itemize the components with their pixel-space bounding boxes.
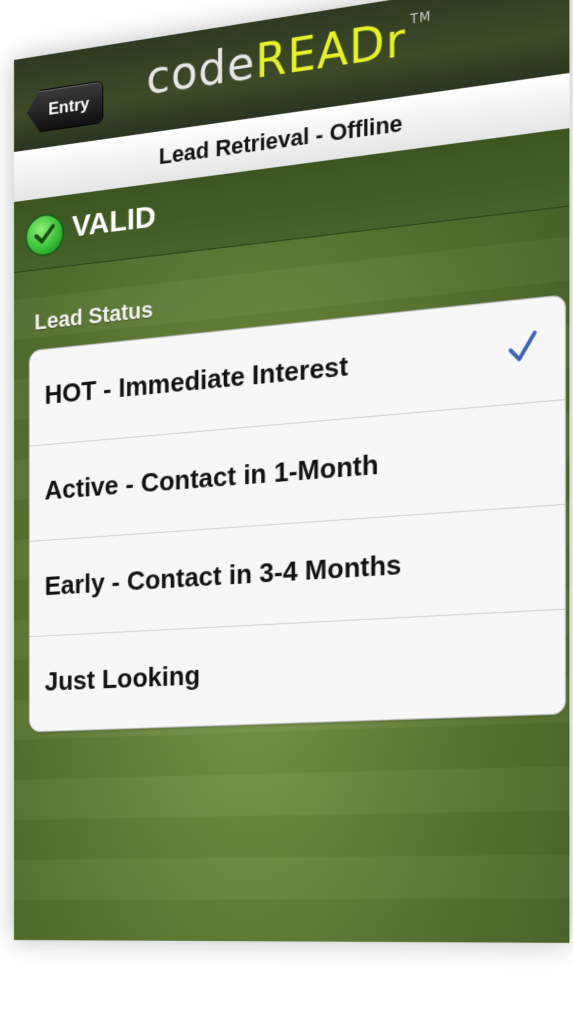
logo-trademark: TM [410,9,431,27]
screenshot-stage: Entry codeREADr TM Lead Retrieval - Offli… [0,0,573,1015]
app-screen: Entry codeREADr TM Lead Retrieval - Offli… [14,0,569,943]
check-circle-icon [25,211,64,258]
logo-reader-text: READr [255,13,406,90]
option-label: Just Looking [45,659,200,697]
option-label: Early - Contact in 3-4 Months [45,548,402,602]
app-logo: codeREADr TM [146,9,431,106]
entry-back-button[interactable]: Entry [27,80,104,134]
option-label: HOT - Immediate Interest [45,350,349,411]
option-label: Active - Contact in 1-Month [45,448,379,506]
lead-status-label: Lead Status [34,296,153,335]
checkmark-icon [507,329,538,370]
back-button-label: Entry [48,94,89,119]
lead-status-options: HOT - Immediate Interest Active - Contac… [29,294,566,732]
logo-code-text: code [146,36,255,105]
scan-status-text: VALID [72,200,156,245]
